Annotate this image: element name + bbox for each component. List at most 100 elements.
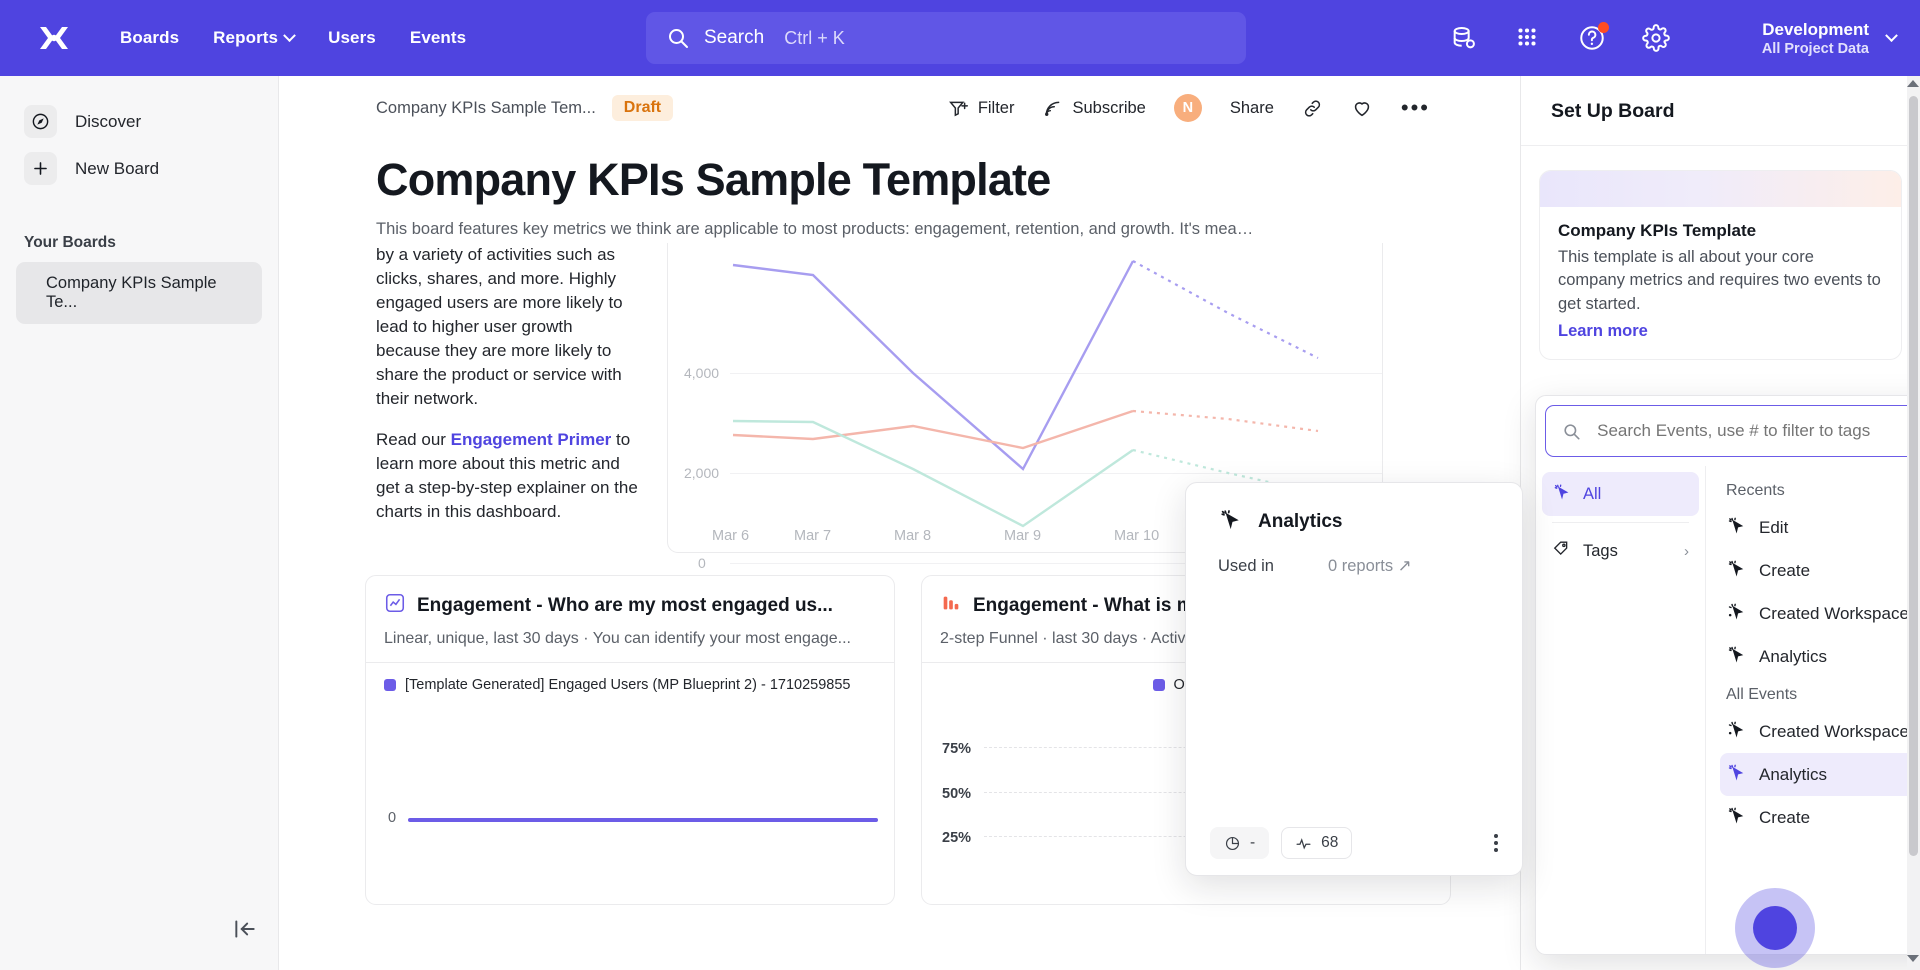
app-root: Boards Reports Users Events Search Ctrl … bbox=[0, 0, 1920, 970]
subscribe-button[interactable]: Subscribe bbox=[1042, 98, 1146, 119]
analytics-event-popover[interactable]: Analytics Used in 0 reports ↗ - 68 bbox=[1185, 482, 1523, 876]
data-management-icon[interactable] bbox=[1450, 24, 1478, 52]
event-group-label: All Events bbox=[1726, 686, 1798, 703]
event-list-item[interactable]: Create bbox=[1720, 796, 1920, 839]
popover-title: Analytics bbox=[1258, 510, 1343, 532]
report-card-title: Engagement - What is my bbox=[973, 595, 1205, 616]
global-search-label: Search bbox=[704, 27, 765, 48]
template-card-banner bbox=[1540, 171, 1901, 207]
divider bbox=[1552, 522, 1689, 523]
topnav-icon-group bbox=[1450, 0, 1670, 76]
tag-icon bbox=[1552, 539, 1571, 563]
event-search-field[interactable] bbox=[1545, 405, 1920, 457]
share-button-label: Share bbox=[1229, 98, 1274, 117]
series-line bbox=[408, 818, 878, 822]
event-group-label: Recents bbox=[1726, 482, 1785, 499]
nav-item-boards[interactable]: Boards bbox=[120, 28, 179, 48]
avatar[interactable]: N bbox=[1173, 94, 1202, 122]
popover-used-in-value[interactable]: 0 reports ↗ bbox=[1328, 556, 1412, 576]
share-button[interactable]: Share bbox=[1230, 99, 1274, 118]
event-list-item[interactable]: Create bbox=[1720, 549, 1920, 592]
report-card-body: [Template Generated] Engaged Users (MP B… bbox=[366, 662, 894, 904]
left-sidebar: Discover New Board Your Boards Company K… bbox=[0, 76, 279, 970]
report-card-header: Engagement - Who are my most engaged us.… bbox=[366, 576, 894, 648]
sidebar-board-item[interactable]: Company KPIs Sample Te... bbox=[16, 262, 262, 324]
x-axis-tick: Mar 8 bbox=[894, 528, 932, 544]
filter-button[interactable]: Filter bbox=[948, 98, 1014, 119]
apps-grid-icon[interactable] bbox=[1514, 24, 1542, 52]
popover-chip-usage-label: - bbox=[1250, 834, 1256, 851]
event-picker-dropdown: All Tags › Recents bbox=[1535, 395, 1920, 955]
event-cursor-icon bbox=[1726, 762, 1746, 787]
page-scrollbar-thumb[interactable] bbox=[1909, 96, 1918, 856]
help-icon[interactable] bbox=[1578, 22, 1609, 52]
sidebar-item-new-board-label: New Board bbox=[75, 158, 160, 178]
y-axis-tick: 75% bbox=[942, 741, 972, 757]
event-cursor-icon bbox=[1552, 482, 1571, 506]
scroll-up-arrow-icon[interactable] bbox=[1907, 80, 1919, 87]
chevron-down-icon bbox=[283, 28, 296, 42]
x-axis-tick: Mar 6 bbox=[712, 528, 750, 544]
event-search-input[interactable] bbox=[1595, 420, 1920, 442]
event-cursor-icon bbox=[1726, 558, 1746, 583]
event-picker-columns: All Tags › Recents Edit Create Created W… bbox=[1536, 466, 1920, 954]
x-axis-tick: Mar 9 bbox=[1004, 528, 1042, 544]
event-list-item-selected[interactable]: Analytics bbox=[1720, 753, 1920, 796]
more-vertical-icon[interactable] bbox=[1494, 834, 1498, 852]
popover-chip-volume[interactable]: 68 bbox=[1281, 827, 1353, 859]
nav-item-boards-label: Boards bbox=[120, 28, 180, 47]
cursor-click-indicator bbox=[1735, 888, 1815, 968]
more-horizontal-icon[interactable]: ••• bbox=[1401, 97, 1430, 119]
nav-item-reports[interactable]: Reports bbox=[213, 28, 296, 48]
global-search-input[interactable]: Search Ctrl + K bbox=[646, 12, 1246, 64]
event-category-tags[interactable]: Tags › bbox=[1542, 529, 1699, 573]
setup-board-title: Set Up Board bbox=[1521, 76, 1920, 146]
event-cursor-icon bbox=[1218, 507, 1242, 536]
event-picker-list: Recents Edit Create Created Workspace An… bbox=[1706, 466, 1920, 954]
favorite-button[interactable] bbox=[1351, 97, 1373, 119]
funnel-bars-icon bbox=[940, 592, 962, 620]
scroll-down-arrow-icon[interactable] bbox=[1907, 955, 1919, 962]
event-category-all-label: All bbox=[1583, 484, 1602, 503]
copy-link-button[interactable] bbox=[1302, 98, 1323, 119]
report-card-engaged-users[interactable]: Engagement - Who are my most engaged us.… bbox=[365, 575, 895, 905]
event-list-item[interactable]: Edit bbox=[1720, 506, 1920, 549]
event-list-item-label: Edit bbox=[1759, 517, 1789, 537]
sidebar-item-discover[interactable]: Discover bbox=[16, 98, 262, 145]
event-list-item[interactable]: Created Workspace bbox=[1720, 710, 1920, 753]
event-list-item-label: Created Workspace bbox=[1759, 721, 1909, 741]
event-cursor-star-icon bbox=[1726, 601, 1746, 626]
engagement-primer-link[interactable]: Engagement Primer bbox=[451, 430, 612, 449]
project-switcher[interactable]: Development All Project Data bbox=[1762, 0, 1898, 76]
settings-gear-icon[interactable] bbox=[1642, 24, 1670, 52]
event-list-item[interactable]: Analytics bbox=[1720, 635, 1920, 678]
learn-more-link[interactable]: Learn more bbox=[1558, 322, 1648, 341]
pie-chart-icon bbox=[1225, 836, 1240, 850]
primary-nav: Boards Reports Users Events bbox=[120, 28, 466, 48]
collapse-sidebar-icon[interactable] bbox=[232, 916, 258, 942]
sidebar-item-new-board[interactable]: New Board bbox=[16, 145, 262, 192]
popover-chip-usage[interactable]: - bbox=[1210, 827, 1270, 859]
line-chart-icon bbox=[384, 592, 406, 620]
y-axis-tick: 0 bbox=[698, 555, 706, 571]
search-icon bbox=[669, 29, 688, 48]
x-axis-tick: Mar 10 bbox=[1114, 528, 1160, 544]
plus-icon bbox=[24, 152, 57, 185]
status-badge[interactable]: Draft bbox=[611, 95, 674, 121]
template-card-heading: Company KPIs Template bbox=[1558, 221, 1757, 240]
board-toolbar: Company KPIs Sample Tem... Draft Filter … bbox=[279, 76, 1520, 140]
mixpanel-logo-icon[interactable] bbox=[32, 16, 76, 60]
report-card-legend[interactable]: [Template Generated] Engaged Users (MP B… bbox=[366, 663, 894, 693]
template-info-card: Company KPIs Template This template is a… bbox=[1539, 170, 1902, 361]
event-list-item[interactable]: Created Workspace bbox=[1720, 592, 1920, 635]
board-toolbar-actions: Filter Subscribe N Share ••• bbox=[948, 94, 1430, 122]
template-card-body: Company KPIs Template This template is a… bbox=[1540, 207, 1901, 359]
breadcrumb[interactable]: Company KPIs Sample Tem... bbox=[376, 99, 596, 118]
event-category-all[interactable]: All bbox=[1542, 472, 1699, 516]
nav-item-events[interactable]: Events bbox=[410, 28, 466, 48]
search-icon bbox=[1564, 423, 1580, 439]
event-list-item-label: Create bbox=[1759, 560, 1811, 580]
nav-item-users[interactable]: Users bbox=[328, 28, 376, 48]
event-list-item-label: Create bbox=[1759, 807, 1811, 827]
event-cursor-icon bbox=[1726, 515, 1746, 540]
